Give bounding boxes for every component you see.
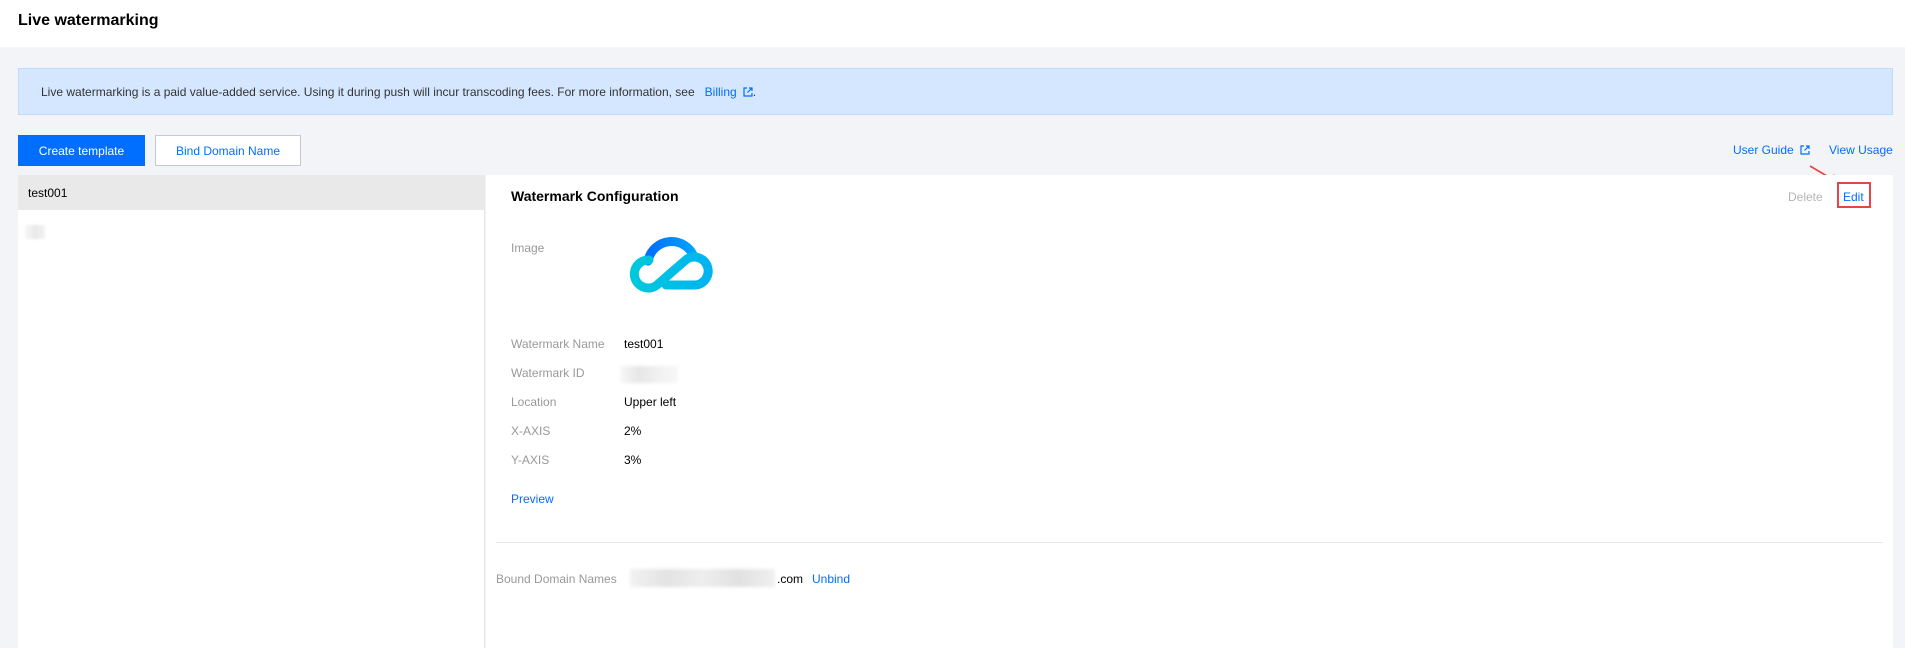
watermark-config-panel: Watermark Configuration Delete Edit Imag…	[486, 175, 1893, 648]
list-item-label[interactable]: test001	[28, 186, 67, 200]
redacted-domain	[630, 569, 775, 587]
billing-link[interactable]: Billing	[698, 85, 753, 99]
redacted-item	[25, 225, 45, 239]
image-label: Image	[511, 241, 545, 255]
field-value: test001	[624, 337, 664, 351]
field-label: Watermark Name	[511, 337, 605, 351]
field-value: 2%	[624, 424, 642, 438]
user-guide-link[interactable]: User Guide	[1733, 143, 1810, 157]
cloud-logo	[629, 237, 713, 293]
bind-domain-button[interactable]: Bind Domain Name	[155, 135, 301, 166]
user-guide-label[interactable]: User Guide	[1733, 143, 1794, 157]
template-list: test001	[18, 175, 485, 648]
redacted-watermark-id	[620, 366, 678, 383]
external-link-icon	[1800, 145, 1810, 155]
field-label: Watermark ID	[511, 366, 585, 380]
field-value: Upper left	[624, 395, 677, 409]
top-bar: Live watermarking	[0, 0, 1905, 47]
billing-notice: Live watermarking is a paid value-added …	[18, 68, 1893, 115]
field-value: 3%	[624, 453, 642, 467]
bound-domains-label: Bound Domain Names	[496, 572, 617, 586]
delete-button[interactable]: Delete	[1788, 190, 1823, 204]
create-template-button[interactable]: Create template	[18, 135, 145, 166]
field-label: X-AXIS	[511, 424, 551, 438]
domain-suffix: .com	[777, 572, 804, 586]
field-label: Y-AXIS	[511, 453, 550, 467]
external-link-icon	[743, 87, 753, 97]
field-label: Location	[511, 395, 557, 409]
section-title: Watermark Configuration	[511, 188, 679, 204]
divider	[496, 542, 1883, 543]
notice-suffix: .	[752, 85, 757, 99]
view-usage-link[interactable]: View Usage	[1829, 143, 1893, 157]
preview-link[interactable]: Preview	[511, 492, 554, 506]
page-title: Live watermarking	[18, 12, 159, 29]
notice-message: Live watermarking is a paid value-added …	[41, 85, 695, 99]
edit-button[interactable]: Edit	[1843, 190, 1864, 204]
notice-text: Live watermarking is a paid value-added …	[41, 85, 756, 99]
list-item[interactable]: test001	[18, 175, 485, 210]
billing-link-label[interactable]: Billing	[705, 85, 737, 99]
unbind-link[interactable]: Unbind	[812, 572, 850, 586]
